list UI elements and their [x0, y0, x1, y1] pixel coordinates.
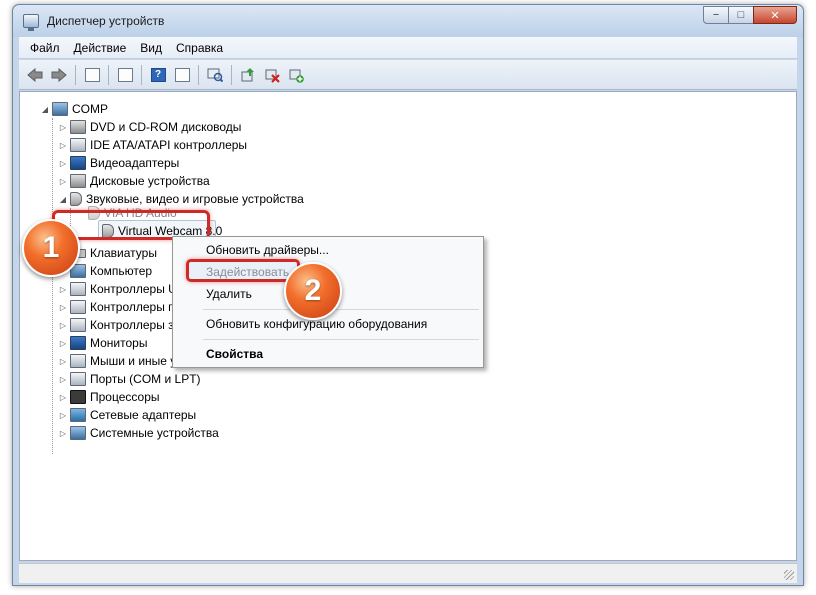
highlight-ring-enable: [186, 259, 300, 282]
caption-buttons: − □ ✕: [703, 6, 797, 24]
controller-icon: [70, 300, 86, 314]
tree-item-label: Процессоры: [90, 390, 160, 404]
speaker-icon: [70, 192, 82, 206]
usb-icon: [70, 282, 86, 296]
tree-item-label: Системные устройства: [90, 426, 219, 440]
menu-view[interactable]: Вид: [133, 41, 169, 55]
step-badge-2: 2: [284, 262, 342, 320]
expand-icon[interactable]: ▷: [58, 411, 68, 420]
port-icon: [70, 372, 86, 386]
menu-item-scan-hardware[interactable]: Обновить конфигурацию оборудования: [173, 313, 483, 335]
status-bar: [19, 563, 797, 583]
tree-item-controllers-2[interactable]: ▷ Контроллеры ги: [58, 298, 179, 316]
tree-item-video[interactable]: ▷ Видеоадаптеры: [58, 154, 179, 172]
monitor-icon: [70, 156, 86, 170]
update-driver-icon[interactable]: [238, 65, 258, 85]
tree-item-label: Клавиатуры: [90, 246, 157, 260]
menu-separator: [203, 339, 479, 340]
window-title: Диспетчер устройств: [47, 14, 165, 28]
tree-root-label: COMP: [72, 102, 108, 116]
tree-item-label: Дисковые устройства: [90, 174, 210, 188]
tree-root[interactable]: ◢ COMP: [40, 100, 108, 118]
controller-icon: [70, 318, 86, 332]
disk-icon: [70, 120, 86, 134]
tree-item-controllers-3[interactable]: ▷ Контроллеры за: [58, 316, 180, 334]
menu-help[interactable]: Справка: [169, 41, 230, 55]
toolbar: ?: [19, 60, 797, 90]
expand-icon[interactable]: ▷: [58, 123, 68, 132]
tree-item-label: DVD и CD-ROM дисководы: [90, 120, 242, 134]
expand-icon[interactable]: ▷: [58, 429, 68, 438]
expand-icon[interactable]: ▷: [58, 393, 68, 402]
expand-icon[interactable]: ▷: [58, 177, 68, 186]
toolbar-separator: [141, 64, 142, 85]
tree-item-label: Контроллеры ги: [90, 300, 180, 314]
close-button[interactable]: ✕: [753, 6, 797, 24]
menu-file[interactable]: Файл: [23, 41, 67, 55]
expand-icon[interactable]: ▷: [58, 285, 68, 294]
step-badge-1: 1: [22, 219, 80, 277]
tree-item-label: Видеоадаптеры: [90, 156, 180, 170]
expand-icon[interactable]: ▷: [58, 375, 68, 384]
menu-separator: [203, 309, 479, 310]
help-icon[interactable]: ?: [148, 65, 168, 85]
expand-icon[interactable]: ▷: [58, 303, 68, 312]
properties-icon[interactable]: [115, 65, 135, 85]
tree-item-mice[interactable]: ▷ Мыши и иные у: [58, 352, 176, 370]
scan-hardware-icon[interactable]: [205, 65, 225, 85]
network-icon: [70, 408, 86, 422]
tree-item-ide[interactable]: ▷ IDE ATA/ATAPI контроллеры: [58, 136, 247, 154]
menu-bar: Файл Действие Вид Справка: [19, 37, 797, 59]
tree-item-label: Контроллеры за: [90, 318, 181, 332]
menu-action[interactable]: Действие: [67, 41, 134, 55]
chip-icon: [70, 390, 86, 404]
toolbar-separator: [198, 64, 199, 85]
forward-icon[interactable]: [49, 65, 69, 85]
toolbar-separator: [231, 64, 232, 85]
action-pane-icon[interactable]: [172, 65, 192, 85]
computer-icon: [52, 102, 68, 116]
device-manager-icon: [23, 14, 39, 31]
expand-icon[interactable]: ▷: [58, 339, 68, 348]
tree-item-processors[interactable]: ▷ Процессоры: [58, 388, 160, 406]
tree-item-ports[interactable]: ▷ Порты (COM и LPT): [58, 370, 201, 388]
show-hide-console-tree-icon[interactable]: [82, 65, 102, 85]
tree-item-usb[interactable]: ▷ Контроллеры U: [58, 280, 177, 298]
tree-item-network[interactable]: ▷ Сетевые адаптеры: [58, 406, 196, 424]
menu-item-update-drivers[interactable]: Обновить драйверы...: [173, 239, 483, 261]
collapse-icon[interactable]: ◢: [58, 195, 68, 204]
disk-icon: [70, 174, 86, 188]
mouse-icon: [70, 354, 86, 368]
toolbar-separator: [75, 64, 76, 85]
tree-item-label: Компьютер: [90, 264, 153, 278]
tree-item-monitors[interactable]: ▷ Мониторы: [58, 334, 147, 352]
expand-icon[interactable]: ▷: [58, 141, 68, 150]
tree-item-label: Порты (COM и LPT): [90, 372, 201, 386]
tree-item-label: Сетевые адаптеры: [90, 408, 197, 422]
monitor-icon: [70, 336, 86, 350]
computer-icon: [70, 426, 86, 440]
title-bar[interactable]: Диспетчер устройств − □ ✕: [13, 5, 803, 37]
uninstall-device-icon[interactable]: [262, 65, 282, 85]
enable-device-icon[interactable]: [286, 65, 306, 85]
tree-item-label: Мониторы: [90, 336, 148, 350]
tree-item-label: Контроллеры U: [90, 282, 177, 296]
tree-item-label: IDE ATA/ATAPI контроллеры: [90, 138, 248, 152]
minimize-button[interactable]: −: [703, 6, 729, 24]
controller-icon: [70, 138, 86, 152]
expand-icon[interactable]: ▷: [58, 159, 68, 168]
tree-guide-line: [52, 118, 53, 454]
back-icon[interactable]: [25, 65, 45, 85]
expand-icon[interactable]: ▷: [58, 321, 68, 330]
resize-grip-icon[interactable]: [784, 570, 794, 580]
tree-item-dvd[interactable]: ▷ DVD и CD-ROM дисководы: [58, 118, 241, 136]
collapse-icon[interactable]: ◢: [40, 105, 50, 114]
tree-item-label: Мыши и иные у: [90, 354, 177, 368]
expand-icon[interactable]: ▷: [58, 357, 68, 366]
tree-item-disk-drives[interactable]: ▷ Дисковые устройства: [58, 172, 210, 190]
toolbar-separator: [108, 64, 109, 85]
menu-item-properties[interactable]: Свойства: [173, 343, 483, 365]
tree-item-system[interactable]: ▷ Системные устройства: [58, 424, 219, 442]
maximize-button[interactable]: □: [728, 6, 754, 24]
